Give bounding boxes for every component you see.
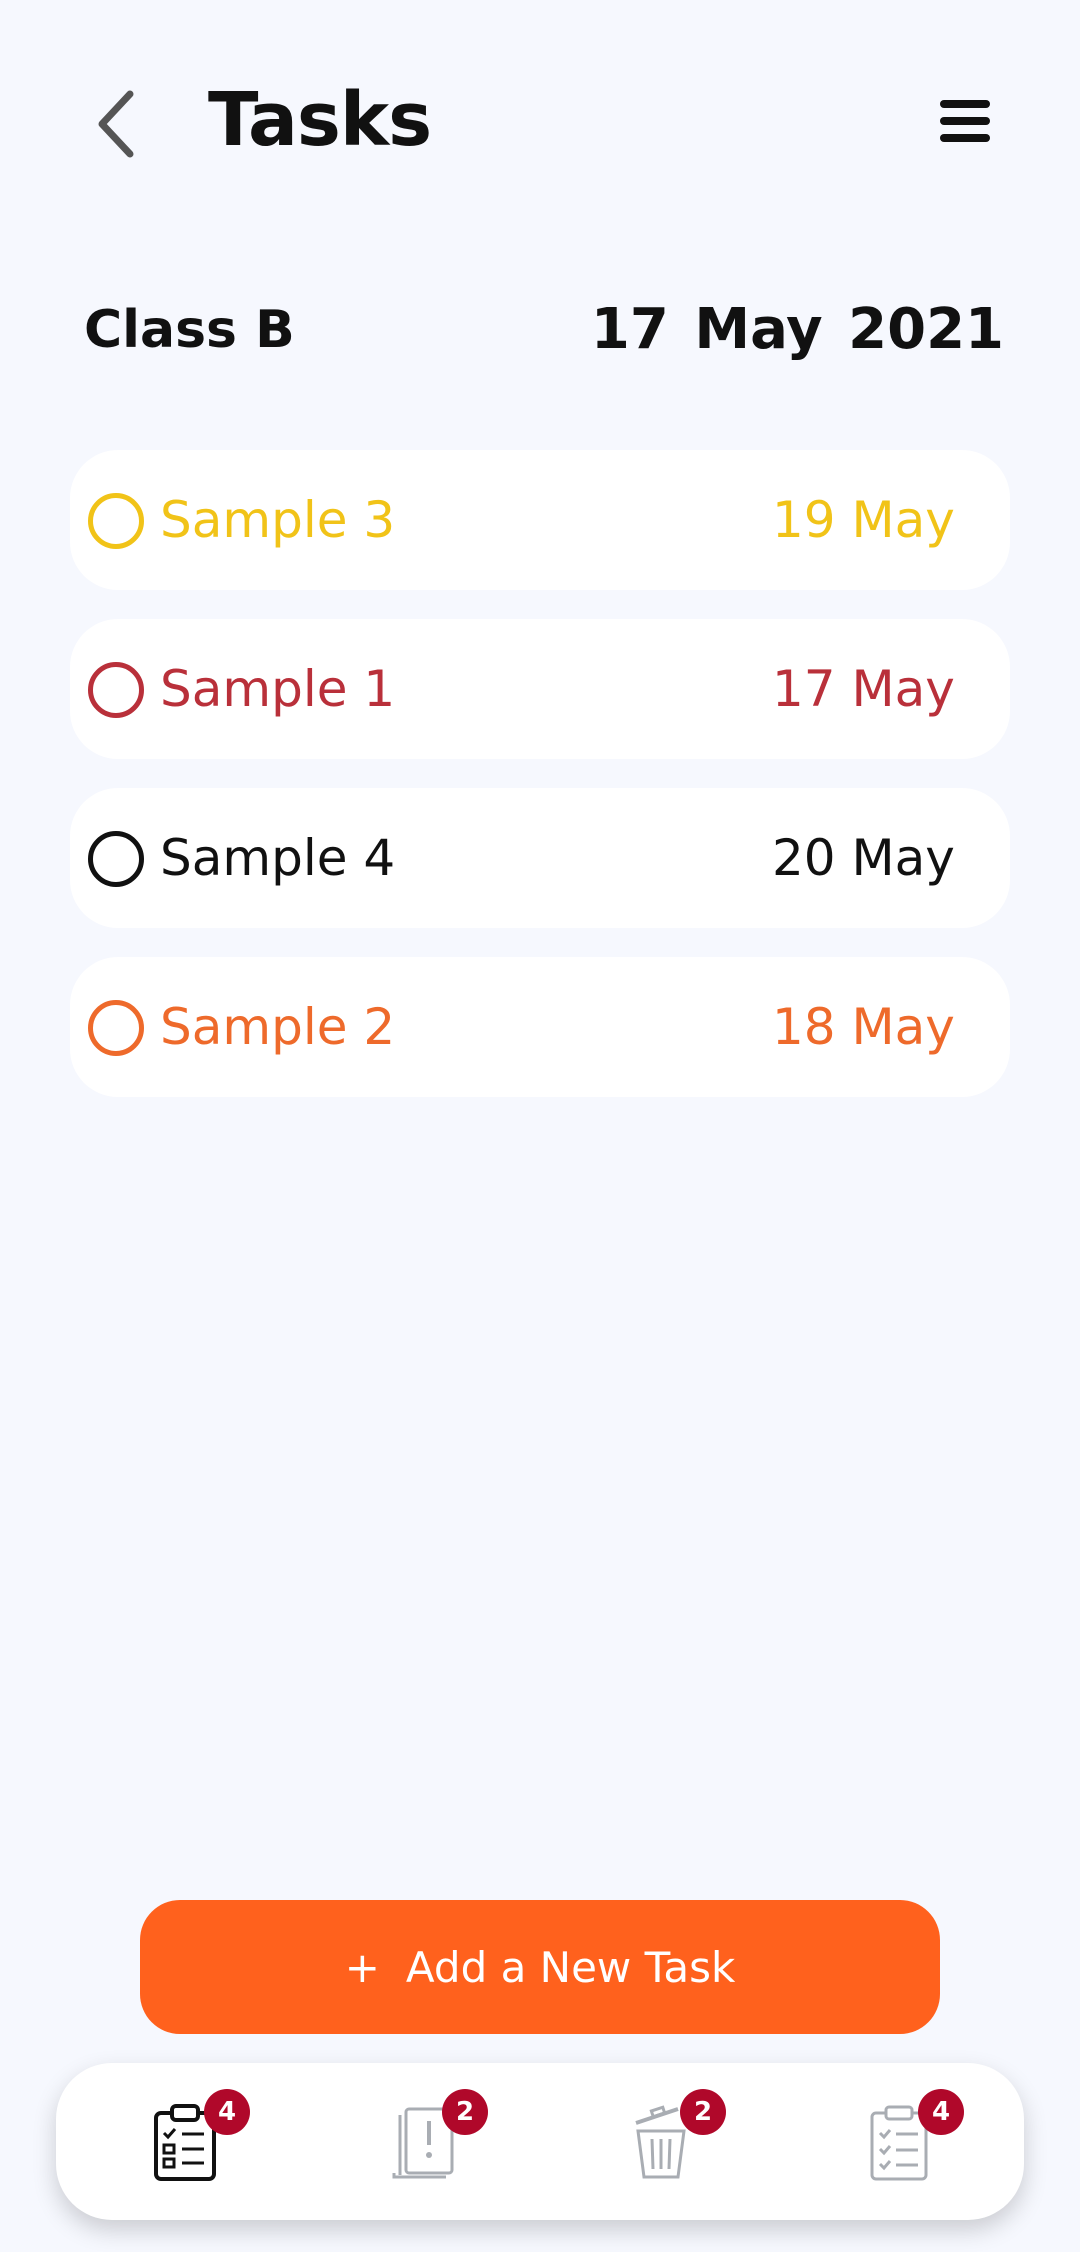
- top-app-bar: Tasks: [0, 0, 1080, 240]
- chevron-left-icon: [98, 90, 134, 158]
- tasks-count-badge: 4: [204, 2089, 250, 2135]
- task-due-date: 18 May: [772, 998, 955, 1056]
- alerts-count-badge: 2: [442, 2089, 488, 2135]
- nav-tab-alerts[interactable]: 2: [378, 2089, 488, 2193]
- page-title: Tasks: [208, 77, 432, 163]
- add-new-task-button[interactable]: + Add a New Task: [140, 1900, 940, 2034]
- plus-icon: +: [344, 1942, 380, 1992]
- task-name: Sample 1: [160, 660, 396, 718]
- nav-tab-tasks[interactable]: 4: [140, 2089, 250, 2193]
- completed-count-badge: 4: [918, 2089, 964, 2135]
- task-checkbox-circle-icon[interactable]: [88, 831, 144, 887]
- task-checkbox-circle-icon[interactable]: [88, 493, 144, 549]
- task-due-date: 20 May: [772, 829, 955, 887]
- task-checkbox-circle-icon[interactable]: [88, 662, 144, 718]
- class-name: Class B: [84, 300, 295, 360]
- task-checkbox-circle-icon[interactable]: [88, 1000, 144, 1056]
- hamburger-menu-icon: [940, 100, 994, 142]
- nav-tab-trash[interactable]: 2: [616, 2089, 726, 2193]
- menu-button[interactable]: [940, 100, 994, 146]
- task-list: Sample 3 19 May Sample 1 17 May Sample 4…: [70, 450, 1010, 1126]
- class-info-row: Class B 17 May 2021: [84, 295, 1004, 365]
- task-due-date: 17 May: [772, 660, 955, 718]
- task-item[interactable]: Sample 4 20 May: [70, 788, 1010, 928]
- task-item[interactable]: Sample 3 19 May: [70, 450, 1010, 590]
- task-item[interactable]: Sample 1 17 May: [70, 619, 1010, 759]
- nav-tab-completed[interactable]: 4: [854, 2089, 964, 2193]
- back-button[interactable]: [88, 88, 148, 160]
- task-name: Sample 4: [160, 829, 396, 887]
- task-due-date: 19 May: [772, 491, 955, 549]
- bottom-navigation-bar: 4 2 2 4: [56, 2063, 1024, 2220]
- trash-count-badge: 2: [680, 2089, 726, 2135]
- task-name: Sample 2: [160, 998, 396, 1056]
- class-date: 17 May 2021: [590, 297, 1004, 362]
- task-item[interactable]: Sample 2 18 May: [70, 957, 1010, 1097]
- task-name: Sample 3: [160, 491, 396, 549]
- add-new-task-label: Add a New Task: [405, 1942, 736, 1992]
